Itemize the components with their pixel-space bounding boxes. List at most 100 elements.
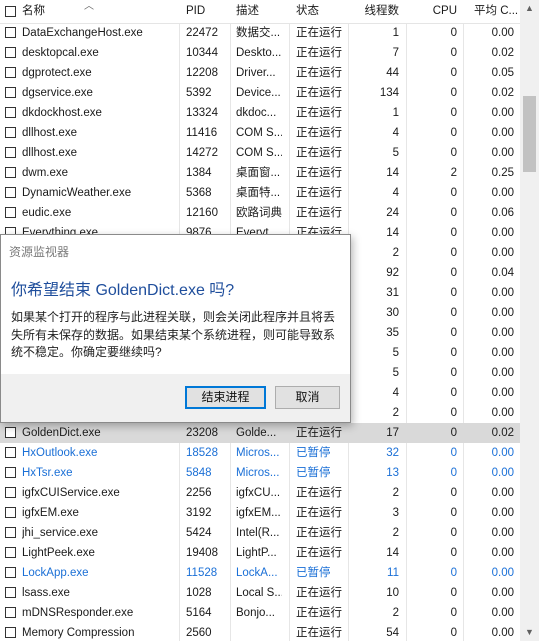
process-avg-cpu: 0.00	[491, 327, 514, 339]
process-cpu: 0	[450, 407, 457, 419]
row-checkbox[interactable]	[5, 47, 16, 58]
process-cpu: 0	[450, 307, 457, 319]
table-row[interactable]: dllhost.exe 11416 COM S... 正在运行 4 0 0.00	[0, 123, 520, 143]
process-cpu: 0	[450, 247, 457, 259]
process-description: LockA...	[236, 567, 278, 579]
scrollbar-thumb[interactable]	[523, 96, 536, 172]
process-threads: 2	[392, 607, 399, 619]
process-status: 已暂停	[296, 467, 331, 479]
table-row[interactable]: dgservice.exe 5392 Device... 正在运行 134 0 0.02	[0, 83, 520, 103]
process-pid: 5848	[186, 467, 212, 479]
row-checkbox[interactable]	[5, 467, 16, 478]
row-checkbox[interactable]	[5, 67, 16, 78]
table-row[interactable]: LockApp.exe 11528 LockA... 已暂停 11 0 0.00	[0, 563, 520, 583]
table-row[interactable]: igfxEM.exe 3192 igfxEM... 正在运行 3 0 0.00	[0, 503, 520, 523]
row-checkbox[interactable]	[5, 547, 16, 558]
process-description: Local S...	[236, 587, 282, 599]
process-status: 正在运行	[296, 147, 342, 159]
process-pid: 11416	[186, 127, 218, 139]
process-avg-cpu: 0.00	[491, 407, 514, 419]
process-cpu: 0	[450, 607, 457, 619]
process-avg-cpu: 0.00	[491, 527, 514, 539]
process-pid: 2560	[186, 627, 212, 639]
process-status: 正在运行	[296, 607, 342, 619]
column-header-status[interactable]: 状态	[296, 0, 319, 23]
row-checkbox[interactable]	[5, 187, 16, 198]
row-checkbox[interactable]	[5, 167, 16, 178]
cancel-button[interactable]: 取消	[275, 386, 340, 409]
table-row[interactable]: DynamicWeather.exe 5368 桌面特... 正在运行 4 0 0.00	[0, 183, 520, 203]
process-threads: 14	[386, 167, 399, 179]
column-header-pid[interactable]: PID	[186, 0, 205, 23]
table-row[interactable]: jhi_service.exe 5424 Intel(R... 正在运行 2 0 0.00	[0, 523, 520, 543]
row-checkbox[interactable]	[5, 127, 16, 138]
row-checkbox[interactable]	[5, 207, 16, 218]
table-row[interactable]: GoldenDict.exe 23208 Golde... 正在运行 17 0 0.02	[0, 423, 520, 443]
process-avg-cpu: 0.00	[491, 607, 514, 619]
row-checkbox[interactable]	[5, 607, 16, 618]
table-row[interactable]: dgprotect.exe 12208 Driver... 正在运行 44 0 0.05	[0, 63, 520, 83]
dialog-message: 如果某个打开的程序与此进程关联，则会关闭此程序并且将丢失所有未保存的数据。如果结…	[11, 310, 336, 359]
column-header-threads[interactable]: 线程数	[348, 0, 400, 23]
row-checkbox[interactable]	[5, 427, 16, 438]
process-description: Micros...	[236, 467, 280, 479]
sort-ascending-icon: ︿	[84, 1, 94, 12]
table-row[interactable]: Memory Compression 2560 正在运行 54 0 0.00	[0, 623, 520, 643]
row-checkbox[interactable]	[5, 27, 16, 38]
row-checkbox[interactable]	[5, 627, 16, 638]
table-row[interactable]: dllhost.exe 14272 COM S... 正在运行 5 0 0.00	[0, 143, 520, 163]
table-row[interactable]: dwm.exe 1384 桌面窗... 正在运行 14 2 0.25	[0, 163, 520, 183]
process-avg-cpu: 0.00	[491, 307, 514, 319]
process-threads: 4	[392, 387, 399, 399]
row-checkbox[interactable]	[5, 447, 16, 458]
row-checkbox[interactable]	[5, 587, 16, 598]
process-pid: 5368	[186, 187, 212, 199]
process-cpu: 0	[450, 27, 457, 39]
table-row[interactable]: igfxCUIService.exe 2256 igfxCU... 正在运行 2 0 0.0…	[0, 483, 520, 503]
process-name: desktopcal.exe	[22, 47, 99, 59]
process-avg-cpu: 0.00	[491, 387, 514, 399]
end-process-button[interactable]: 结束进程	[185, 386, 266, 409]
process-cpu: 0	[450, 127, 457, 139]
table-row[interactable]: HxOutlook.exe 18528 Micros... 已暂停 32 0 0.00	[0, 443, 520, 463]
row-checkbox[interactable]	[5, 527, 16, 538]
table-row[interactable]: DataExchangeHost.exe 22472 数据交... 正在运行 1 0 0.0…	[0, 23, 520, 43]
row-checkbox[interactable]	[5, 567, 16, 578]
column-header-cpu[interactable]: CPU	[410, 0, 457, 23]
process-name: GoldenDict.exe	[22, 427, 101, 439]
table-row[interactable]: LightPeek.exe 19408 LightP... 正在运行 14 0 0.00	[0, 543, 520, 563]
dialog-title: 资源监视器	[9, 245, 70, 259]
process-pid: 1028	[186, 587, 212, 599]
process-avg-cpu: 0.04	[491, 267, 514, 279]
table-row[interactable]: lsass.exe 1028 Local S... 正在运行 10 0 0.00	[0, 583, 520, 603]
process-name: jhi_service.exe	[22, 527, 99, 539]
scroll-up-icon[interactable]: ▲	[520, 0, 539, 17]
process-description: Intel(R...	[236, 527, 280, 539]
column-header-avg-cpu[interactable]: 平均 C...	[474, 0, 520, 23]
row-checkbox[interactable]	[5, 107, 16, 118]
table-row[interactable]: dkdockhost.exe 13324 dkdoc... 正在运行 1 0 0.00	[0, 103, 520, 123]
table-row[interactable]: desktopcal.exe 10344 Deskto... 正在运行 7 0 0.02	[0, 43, 520, 63]
table-row[interactable]: mDNSResponder.exe 5164 Bonjo... 正在运行 2 0 0.00	[0, 603, 520, 623]
table-row[interactable]: HxTsr.exe 5848 Micros... 已暂停 13 0 0.00	[0, 463, 520, 483]
process-name: lsass.exe	[22, 587, 70, 599]
process-cpu: 0	[450, 67, 457, 79]
row-checkbox[interactable]	[5, 487, 16, 498]
process-threads: 17	[386, 427, 399, 439]
process-cpu: 0	[450, 507, 457, 519]
row-checkbox[interactable]	[5, 507, 16, 518]
end-process-dialog: 资源监视器 你希望结束 GoldenDict.exe 吗? 如果某个打开的程序与…	[0, 234, 351, 423]
process-threads: 1	[392, 107, 399, 119]
column-header-description[interactable]: 描述	[236, 0, 259, 23]
column-header-name[interactable]: 名称	[22, 0, 45, 23]
process-threads: 2	[392, 407, 399, 419]
process-status: 正在运行	[296, 547, 342, 559]
vertical-scrollbar[interactable]: ▲ ▼	[520, 0, 539, 641]
table-row[interactable]: eudic.exe 12160 欧路词典 正在运行 24 0 0.06	[0, 203, 520, 223]
row-checkbox[interactable]	[5, 87, 16, 98]
process-name: HxTsr.exe	[22, 467, 73, 479]
process-avg-cpu: 0.00	[491, 127, 514, 139]
select-all-checkbox[interactable]	[5, 6, 16, 17]
scroll-down-icon[interactable]: ▼	[520, 624, 539, 641]
row-checkbox[interactable]	[5, 147, 16, 158]
